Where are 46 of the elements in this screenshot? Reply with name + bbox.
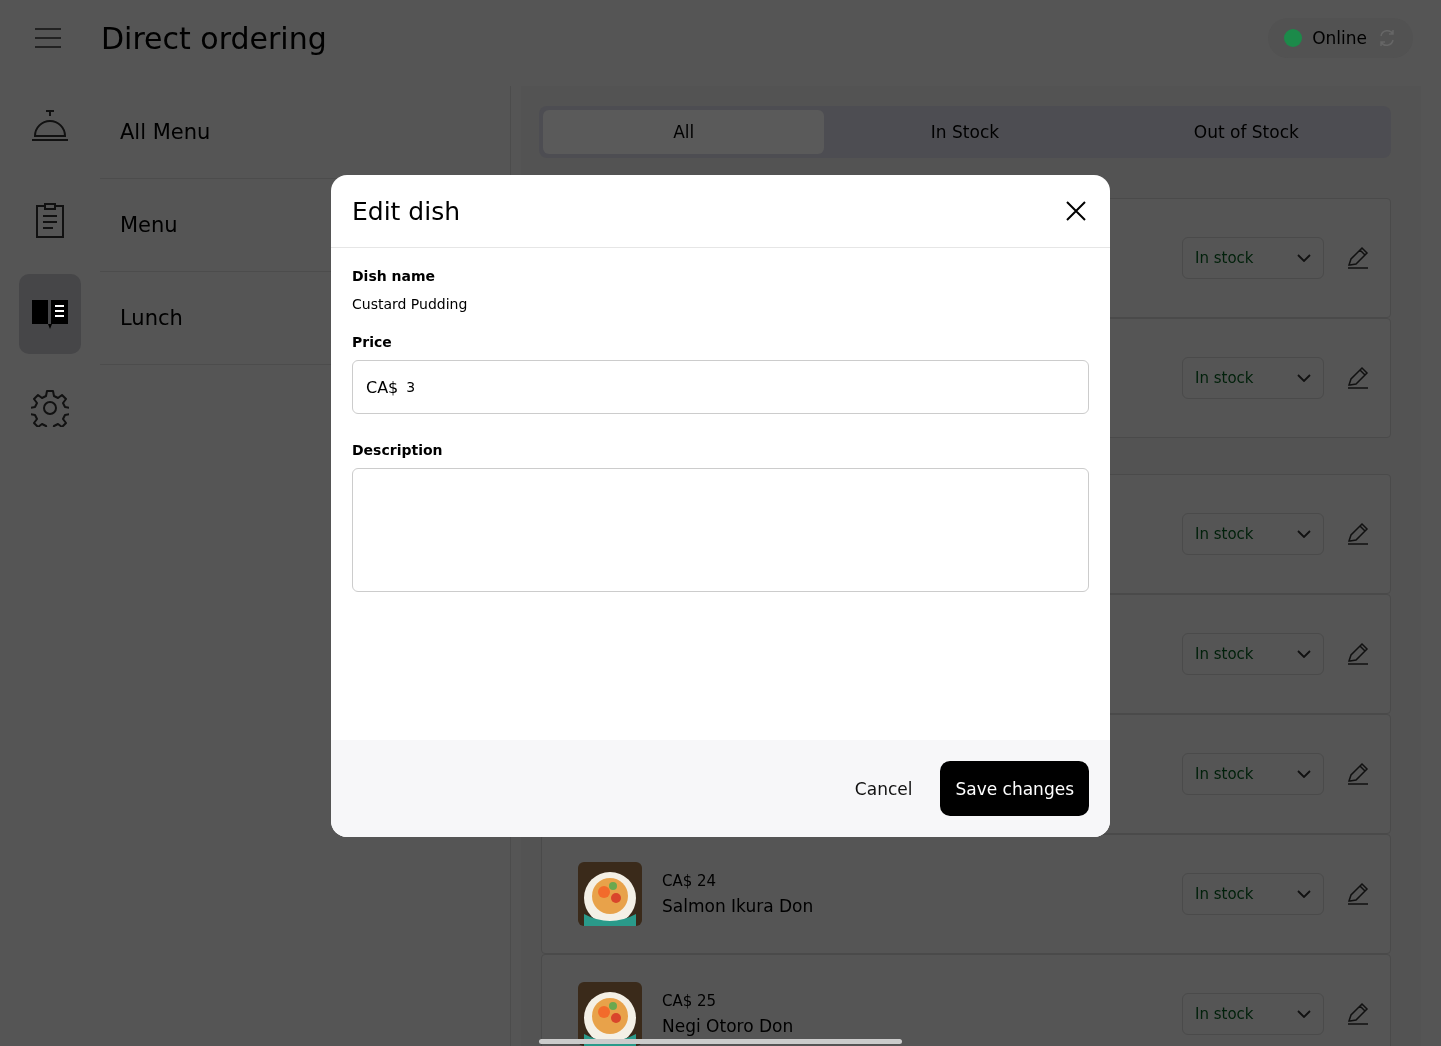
stock-dropdown[interactable]: In stock <box>1182 753 1324 795</box>
book-icon <box>31 298 69 330</box>
rail-item[interactable] <box>19 274 81 354</box>
dish-name: Negi Otoro Don <box>662 1016 795 1036</box>
stock-dropdown[interactable]: In stock <box>1182 513 1324 555</box>
filter-tab[interactable]: Out of Stock <box>1105 110 1387 154</box>
chevron-down-icon <box>1297 1010 1311 1018</box>
pencil-icon[interactable] <box>1346 366 1370 390</box>
dialog-title: Edit dish <box>352 196 461 226</box>
dish-name-value: Custard Pudding <box>352 296 468 312</box>
filter-tab[interactable]: In Stock <box>824 110 1106 154</box>
page-title: Direct ordering <box>101 20 328 56</box>
clipboard-icon <box>35 202 65 238</box>
pencil-icon[interactable] <box>1346 246 1370 270</box>
dish-price: CA$ 25 <box>662 992 718 1010</box>
chevron-down-icon <box>1297 890 1311 898</box>
stock-dropdown[interactable]: In stock <box>1182 237 1324 279</box>
description-field[interactable] <box>352 468 1089 592</box>
dish-name: Salmon Ikura Don <box>662 896 815 916</box>
status-pill[interactable]: Online <box>1268 18 1413 58</box>
cancel-button[interactable]: Cancel <box>848 777 919 800</box>
settings-icon <box>31 389 69 427</box>
pencil-icon[interactable] <box>1346 762 1370 786</box>
stock-dropdown[interactable]: In stock <box>1182 993 1324 1035</box>
chevron-down-icon <box>1297 770 1311 778</box>
pencil-icon[interactable] <box>1346 522 1370 546</box>
pencil-icon[interactable] <box>1346 882 1370 906</box>
field-label: Description <box>352 442 443 458</box>
dish-price: CA$ 24 <box>662 872 718 890</box>
close-icon[interactable] <box>1066 201 1086 221</box>
chevron-down-icon <box>1297 530 1311 538</box>
stock-dropdown[interactable]: In stock <box>1182 873 1324 915</box>
pencil-icon[interactable] <box>1346 1002 1370 1026</box>
status-label: Online <box>1312 28 1367 48</box>
stock-dropdown[interactable]: In stock <box>1182 633 1324 675</box>
chevron-down-icon <box>1297 650 1311 658</box>
chevron-down-icon <box>1297 254 1311 262</box>
field-label: Price <box>352 334 392 350</box>
save-button[interactable]: Save changes <box>940 761 1089 816</box>
chevron-down-icon <box>1297 374 1311 382</box>
price-field[interactable]: CA$ 3 <box>352 360 1089 414</box>
menu-icon[interactable] <box>34 27 62 49</box>
pencil-icon[interactable] <box>1346 642 1370 666</box>
filter-tab[interactable]: All <box>543 110 825 154</box>
stock-dropdown[interactable]: In stock <box>1182 357 1324 399</box>
service-bell-icon <box>31 109 69 143</box>
